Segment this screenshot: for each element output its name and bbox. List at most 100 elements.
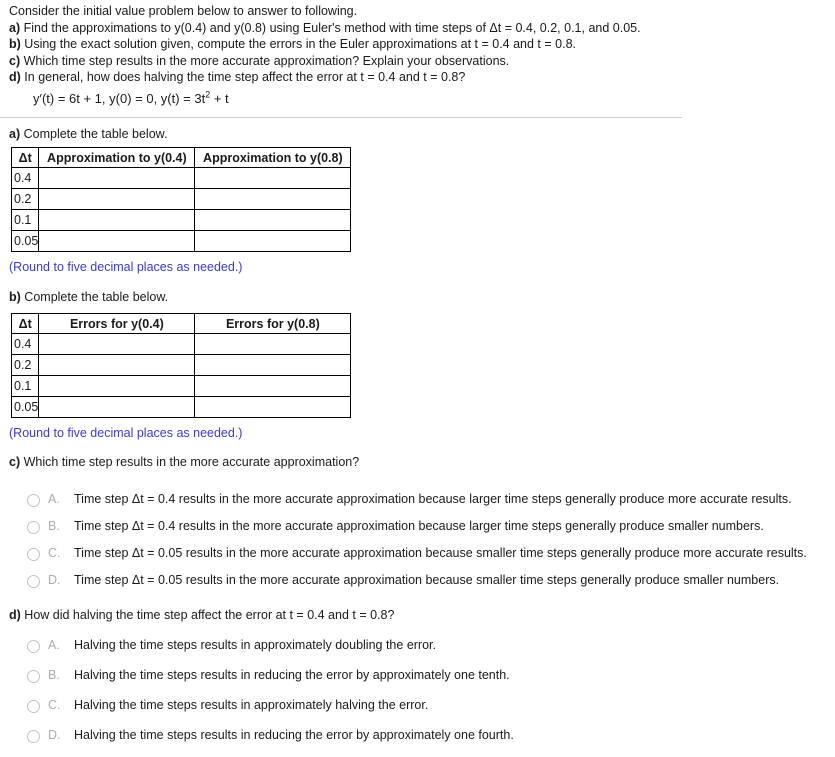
- intro-line-text: Which time step results in the more accu…: [23, 53, 510, 68]
- intro-line-label: a): [9, 20, 21, 35]
- radio-button-icon[interactable]: [27, 640, 40, 653]
- input-cell-approx-08[interactable]: [194, 209, 352, 231]
- choice-letter: D.: [48, 728, 61, 742]
- radio-button-icon[interactable]: [27, 521, 40, 534]
- input-cell-approx-08[interactable]: [194, 188, 352, 210]
- intro-line: a) Find the approximations to y(0.4) and…: [9, 21, 824, 37]
- table-row: 0.4: [10, 333, 352, 355]
- section-d-heading: d) How did halving the time step affect …: [9, 607, 394, 623]
- choice-option-d[interactable]: D. Halving the time steps results in red…: [27, 727, 514, 757]
- choice-letter: C.: [48, 698, 61, 712]
- equation-tail: + t: [210, 91, 229, 106]
- choice-option-b[interactable]: B. Time step Δt = 0.4 results in the mor…: [27, 518, 807, 545]
- table-header-row: Δt Approximation to y(0.4) Approximation…: [10, 147, 352, 168]
- choice-option-d[interactable]: D. Time step Δt = 0.05 results in the mo…: [27, 572, 807, 599]
- input-cell-approx-04[interactable]: [38, 230, 196, 252]
- table-row: 0.4: [10, 167, 352, 189]
- cell-dt: 0.1: [10, 375, 40, 397]
- cell-dt: 0.2: [10, 354, 40, 376]
- input-cell-errors-08[interactable]: [194, 354, 352, 376]
- section-b-label: b): [9, 290, 21, 304]
- choice-text: Halving the time steps results in reduci…: [74, 728, 514, 742]
- column-header-errors-08: Errors for y(0.8): [194, 313, 352, 334]
- table-row: 0.05: [10, 230, 352, 252]
- section-c-choice-group: A. Time step Δt = 0.4 results in the mor…: [27, 491, 807, 599]
- intro-line-text: Using the exact solution given, compute …: [24, 37, 576, 51]
- choice-letter: B.: [48, 519, 60, 533]
- section-a-heading-text: Complete the table below.: [23, 127, 168, 141]
- intro-line: Consider the initial value problem below…: [9, 4, 824, 20]
- choice-letter: B.: [48, 668, 60, 682]
- intro-line-text: In general, how does halving the time st…: [24, 70, 466, 84]
- column-header-approx-08: Approximation to y(0.8): [194, 147, 352, 168]
- column-header-approx-04: Approximation to y(0.4): [38, 147, 196, 168]
- rounding-note-b: (Round to five decimal places as needed.…: [9, 426, 243, 440]
- radio-button-icon[interactable]: [27, 730, 40, 743]
- choice-option-c[interactable]: C. Time step Δt = 0.05 results in the mo…: [27, 545, 807, 572]
- cell-dt: 0.4: [10, 333, 40, 355]
- choice-letter: A.: [48, 492, 60, 506]
- differential-equation: y′(t) = 6t + 1, y(0) = 0, y(t) = 3t2 + t: [33, 90, 229, 107]
- input-cell-approx-04[interactable]: [38, 167, 196, 189]
- choice-option-c[interactable]: C. Halving the time steps results in app…: [27, 697, 514, 727]
- rounding-note-a: (Round to five decimal places as needed.…: [9, 260, 243, 274]
- intro-line-label: d): [9, 70, 21, 84]
- section-d-heading-text: How did halving the time step affect the…: [24, 608, 395, 622]
- input-cell-approx-08[interactable]: [194, 230, 352, 252]
- problem-statement: Consider the initial value problem below…: [9, 4, 824, 87]
- section-b-heading: b) Complete the table below.: [9, 289, 168, 305]
- cell-dt: 0.05: [10, 396, 40, 418]
- choice-letter: C.: [48, 546, 61, 560]
- choice-option-a[interactable]: A. Halving the time steps results in app…: [27, 637, 514, 667]
- cell-dt: 0.1: [10, 209, 40, 231]
- radio-button-icon[interactable]: [27, 670, 40, 683]
- cell-dt: 0.05: [10, 230, 40, 252]
- input-cell-approx-08[interactable]: [194, 167, 352, 189]
- input-cell-errors-04[interactable]: [38, 375, 196, 397]
- input-cell-approx-04[interactable]: [38, 209, 196, 231]
- choice-letter: D.: [48, 573, 61, 587]
- section-b-heading-text: Complete the table below.: [24, 290, 169, 304]
- radio-button-icon[interactable]: [27, 494, 40, 507]
- column-header-errors-04: Errors for y(0.4): [38, 313, 196, 334]
- radio-button-icon[interactable]: [27, 700, 40, 713]
- intro-line-text: Consider the initial value problem below…: [9, 4, 358, 18]
- input-cell-errors-08[interactable]: [194, 333, 352, 355]
- choice-text: Time step Δt = 0.05 results in the more …: [74, 546, 807, 560]
- input-cell-errors-04[interactable]: [38, 333, 196, 355]
- column-header-dt: Δt: [10, 147, 40, 168]
- table-header-row: Δt Errors for y(0.4) Errors for y(0.8): [10, 313, 352, 334]
- radio-button-icon[interactable]: [27, 548, 40, 561]
- intro-line: d) In general, how does halving the time…: [9, 70, 824, 86]
- input-cell-errors-04[interactable]: [38, 396, 196, 418]
- section-c-heading-text: Which time step results in the more accu…: [23, 455, 360, 469]
- cell-dt: 0.4: [10, 167, 40, 189]
- section-a-heading: a) Complete the table below.: [9, 126, 167, 142]
- choice-text: Time step Δt = 0.4 results in the more a…: [74, 519, 764, 533]
- choice-option-b[interactable]: B. Halving the time steps results in red…: [27, 667, 514, 697]
- table-row: 0.05: [10, 396, 352, 418]
- choice-text: Halving the time steps results in reduci…: [74, 668, 510, 682]
- radio-button-icon[interactable]: [27, 575, 40, 588]
- choice-option-a[interactable]: A. Time step Δt = 0.4 results in the mor…: [27, 491, 807, 518]
- choice-text: Time step Δt = 0.05 results in the more …: [74, 573, 780, 587]
- approximation-table: Δt Approximation to y(0.4) Approximation…: [10, 147, 352, 252]
- section-d-label: d): [9, 608, 21, 622]
- worksheet-page: Consider the initial value problem below…: [0, 0, 835, 743]
- input-cell-errors-04[interactable]: [38, 354, 196, 376]
- input-cell-errors-08[interactable]: [194, 396, 352, 418]
- section-a-label: a): [9, 127, 21, 141]
- equation-main: y′(t) = 6t + 1, y(0) = 0, y(t) = 3t: [33, 91, 206, 106]
- section-c-label: c): [9, 455, 21, 469]
- input-cell-approx-04[interactable]: [38, 188, 196, 210]
- intro-line-text: Find the approximations to y(0.4) and y(…: [23, 20, 641, 35]
- choice-letter: A.: [48, 638, 60, 652]
- table-row: 0.1: [10, 375, 352, 397]
- table-row: 0.1: [10, 209, 352, 231]
- section-d-choice-group: A. Halving the time steps results in app…: [27, 637, 514, 757]
- table-row: 0.2: [10, 188, 352, 210]
- cell-dt: 0.2: [10, 188, 40, 210]
- input-cell-errors-08[interactable]: [194, 375, 352, 397]
- intro-line: c) Which time step results in the more a…: [9, 54, 824, 70]
- intro-line-label: c): [9, 53, 21, 68]
